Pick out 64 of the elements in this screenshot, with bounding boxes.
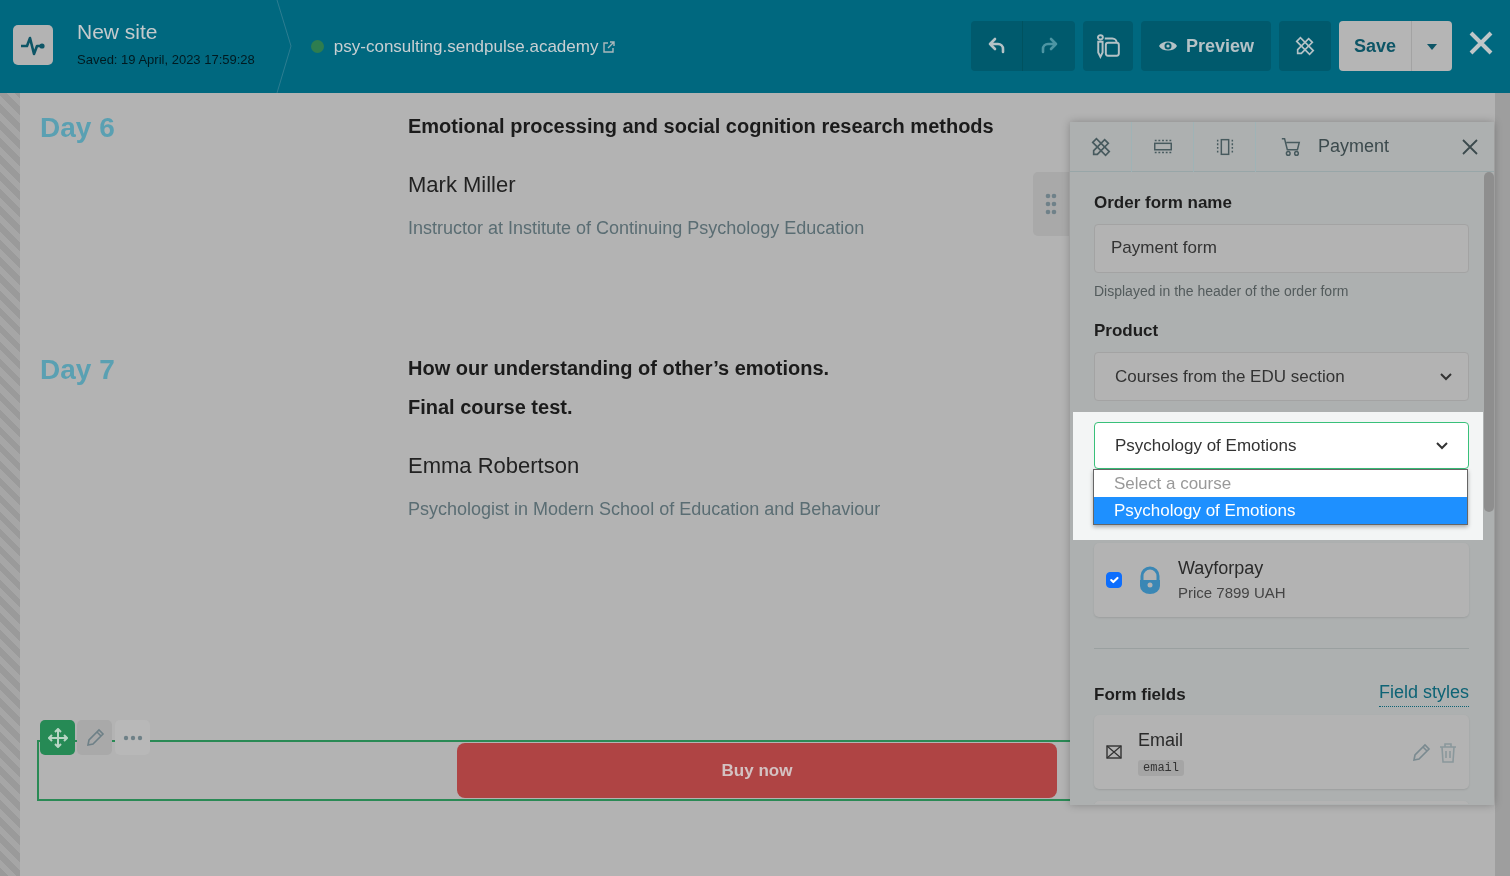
pencil-icon [1411, 742, 1431, 763]
envelope-icon [1106, 745, 1122, 759]
preview-button[interactable]: Preview [1141, 21, 1271, 71]
undo-icon [986, 36, 1007, 56]
move-icon [47, 727, 68, 748]
close-icon [1462, 139, 1478, 156]
delete-field-button[interactable] [1439, 740, 1457, 764]
drag-handle[interactable] [1033, 172, 1069, 236]
design-button[interactable] [1083, 21, 1133, 71]
saved-time: Saved: 19 April, 2023 17:59:28 [77, 51, 255, 69]
tools-button[interactable] [1279, 21, 1331, 71]
scrollbar[interactable] [1484, 172, 1494, 512]
day-label: Day 7 [40, 353, 116, 387]
external-link-icon [602, 39, 617, 54]
save-options-button[interactable] [1412, 21, 1452, 71]
more-handle[interactable] [115, 720, 150, 755]
speaker-role: Psychologist in Modern School of Education and Behaviour [408, 498, 881, 521]
course-select[interactable]: Psychology of Emotions [1094, 422, 1469, 469]
section-heading: Form fields [1094, 683, 1186, 706]
payment-name: Wayforpay [1178, 557, 1265, 581]
day-label: Day 6 [40, 111, 116, 145]
padlock-icon [1138, 566, 1162, 594]
speaker-role: Instructor at Institute of Continuing Psychology Education [408, 217, 866, 240]
site-link[interactable]: psy-consulting.sendpulse.academy [333, 34, 599, 60]
cart-icon [1280, 135, 1302, 158]
redo-icon [1039, 36, 1059, 56]
dropdown-option: Select a course [1094, 470, 1467, 497]
save-button[interactable]: Save [1339, 21, 1412, 71]
close-icon [1468, 30, 1494, 56]
field-name: Email [1138, 728, 1184, 752]
trash-icon [1439, 742, 1457, 763]
pencil-icon [84, 727, 105, 748]
close-button[interactable] [1468, 30, 1494, 56]
chevron-down-icon [1440, 372, 1452, 381]
dropdown-option[interactable]: Psychology of Emotions [1094, 497, 1467, 524]
move-handle[interactable] [40, 720, 75, 755]
logo[interactable] [13, 25, 53, 65]
site-title: New site [77, 21, 159, 42]
order-form-name-field[interactable]: Payment form [1094, 223, 1469, 273]
chevron-down-icon [1436, 441, 1448, 450]
speaker-name: Mark Miller [408, 171, 517, 199]
edit-handle[interactable] [77, 720, 112, 755]
more-icon [122, 734, 143, 741]
payment-price: Price 7899 UAH [1178, 583, 1286, 604]
field-label: Product [1094, 319, 1160, 342]
breadcrumb-item[interactable]: Payment [1256, 133, 1390, 160]
speaker-name: Emma Robertson [408, 452, 581, 480]
field-hint: Displayed in the header of the order form [1094, 281, 1350, 301]
product-select[interactable]: Courses from the EDU section [1094, 352, 1469, 401]
field-label: Order form name [1094, 192, 1233, 214]
brush-square-icon [1095, 33, 1121, 59]
caret-icon [1427, 43, 1437, 50]
session-title: Emotional processing and social cognition research methods [408, 114, 994, 139]
drag-dots-icon [1045, 193, 1057, 215]
pencil-ruler-icon [1089, 135, 1112, 158]
payment-checkbox[interactable] [1106, 572, 1122, 588]
pulse-icon [20, 34, 46, 56]
pencil-ruler-icon [1294, 35, 1316, 57]
undo-button[interactable] [971, 21, 1023, 71]
session-title: Final course test. [408, 395, 574, 420]
session-title: How our understanding of other’s emotions. [408, 356, 831, 381]
buy-now-button[interactable]: Buy now [457, 743, 1057, 798]
field-styles-link[interactable]: Field styles [1378, 679, 1469, 707]
field-code: email [1138, 759, 1184, 776]
